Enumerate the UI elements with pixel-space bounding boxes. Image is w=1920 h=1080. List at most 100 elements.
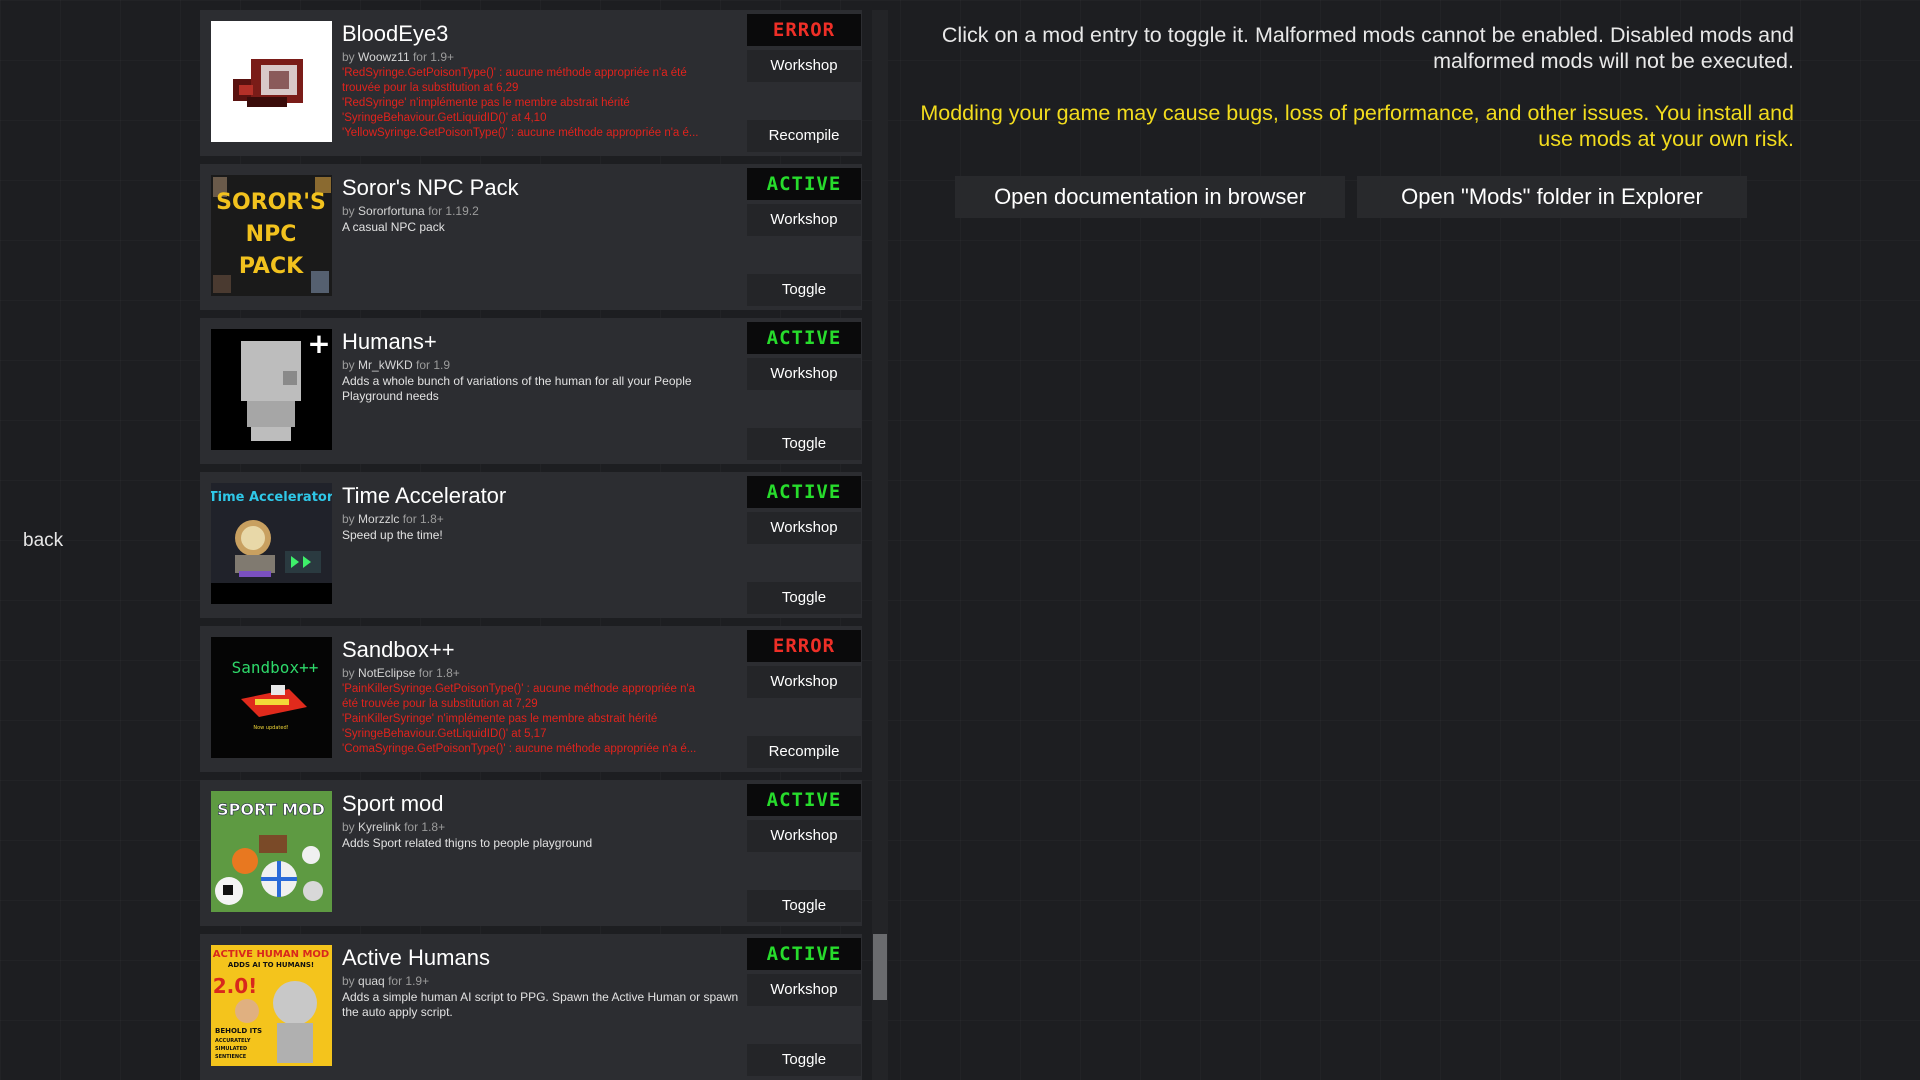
thumb-text: ADDS AI TO HUMANS! (228, 961, 314, 969)
mod-version: for 1.9+ (412, 50, 454, 64)
status-badge: ERROR (747, 14, 861, 46)
thumb-text: Time Accelerator (211, 490, 332, 505)
thumb-text: SOROR'S (216, 190, 326, 215)
thumb-text: NPC (246, 222, 297, 247)
by-label: by (342, 204, 355, 218)
mod-description: Adds Sport related thigns to people play… (342, 836, 593, 850)
toggle-button[interactable]: Toggle (747, 890, 861, 922)
mod-author: NotEclipse (358, 666, 416, 680)
error-line: 'SyringeBehaviour.GetLiquidID()' at 4,10 (342, 112, 547, 124)
error-line: 'SyringeBehaviour.GetLiquidID()' at 5,17 (342, 728, 547, 740)
by-label: by (342, 50, 355, 64)
mod-version: for 1.19.2 (428, 204, 479, 218)
thumb-text: SIMULATED (215, 1046, 247, 1052)
mod-error-text: 'PainKillerSyringe.GetPoisonType()' : au… (342, 682, 742, 757)
mod-title: Active Humans (342, 945, 490, 970)
open-documentation-button[interactable]: Open documentation in browser (955, 176, 1345, 218)
mod-entry-time-accelerator[interactable]: Time Accelerator Time Accelerator by Mor… (200, 472, 862, 618)
mod-description: Adds a whole bunch of variations of the … (342, 374, 692, 403)
mod-title: Time Accelerator (342, 483, 507, 508)
thumb-text: SPORT MOD (217, 800, 325, 819)
error-line: 'PainKillerSyringe' n'implémente pas le … (342, 713, 658, 725)
mod-title: Sandbox++ (342, 637, 455, 662)
scrollbar-track[interactable] (872, 10, 888, 1080)
recompile-button[interactable]: Recompile (747, 736, 861, 768)
status-badge: ACTIVE (747, 168, 861, 200)
error-line: 'ComaSyringe.GetPoisonType()' : aucune m… (342, 743, 697, 755)
mod-entry-sport-mod[interactable]: SPORT MOD Sport mod by Kyrelink for 1.8+… (200, 780, 862, 926)
mod-entry-active-humans[interactable]: ACTIVE HUMAN MOD ADDS AI TO HUMANS! 2.0!… (200, 934, 862, 1080)
recompile-button[interactable]: Recompile (747, 120, 861, 152)
by-label: by (342, 666, 355, 680)
workshop-button[interactable]: Workshop (747, 50, 861, 82)
thumb-text: Now updated! (253, 725, 288, 731)
mod-thumbnail (211, 21, 332, 142)
status-badge: ACTIVE (747, 476, 861, 508)
mod-title: Soror's NPC Pack (342, 175, 519, 200)
warning-message: Modding your game may cause bugs, loss o… (920, 101, 1794, 151)
back-button[interactable]: back (23, 530, 63, 552)
mod-author: Woowz11 (358, 50, 410, 64)
workshop-button[interactable]: Workshop (747, 820, 861, 852)
mod-entry-sandbox-plus-plus[interactable]: Sandbox++ Now updated! Sandbox++ by NotE… (200, 626, 862, 772)
mod-author: Mr_kWKD (358, 358, 413, 372)
by-label: by (342, 358, 355, 372)
by-label: by (342, 820, 355, 834)
mod-error-text: 'RedSyringe.GetPoisonType()' : aucune mé… (342, 66, 742, 141)
mod-description: Adds a simple human AI script to PPG. Sp… (342, 990, 739, 1019)
toggle-button[interactable]: Toggle (747, 1044, 861, 1076)
mod-title: Humans+ (342, 329, 437, 354)
open-mods-folder-button[interactable]: Open "Mods" folder in Explorer (1357, 176, 1747, 218)
error-line: trouvée pour la substitution at 6,29 (342, 82, 519, 94)
workshop-button[interactable]: Workshop (747, 974, 861, 1006)
status-badge: ACTIVE (747, 322, 861, 354)
mod-entry-bloodeye3[interactable]: BloodEye3 by Woowz11 for 1.9+ 'RedSyring… (200, 10, 862, 156)
workshop-button[interactable]: Workshop (747, 204, 861, 236)
thumb-text: PACK (239, 254, 304, 279)
error-line: 'PainKillerSyringe.GetPoisonType()' : au… (342, 683, 696, 695)
status-badge: ACTIVE (747, 938, 861, 970)
mod-entry-sorors-npc-pack[interactable]: SOROR'S NPC PACK Soror's NPC Pack by Sor… (200, 164, 862, 310)
mod-list[interactable]: BloodEye3 by Woowz11 for 1.9+ 'RedSyring… (200, 10, 862, 1080)
mod-version: for 1.8+ (404, 820, 446, 834)
thumb-text: BEHOLD ITS (215, 1027, 262, 1035)
mod-author: quaq (358, 974, 385, 988)
scrollbar-thumb[interactable] (873, 934, 887, 1000)
mod-title: Sport mod (342, 791, 444, 816)
mod-thumbnail: SOROR'S NPC PACK (211, 175, 332, 296)
error-line: 'RedSyringe.GetPoisonType()' : aucune mé… (342, 67, 687, 79)
mod-author: Morzzlc (358, 512, 400, 526)
mod-thumbnail: Sandbox++ Now updated! (211, 637, 332, 758)
toggle-button[interactable]: Toggle (747, 582, 861, 614)
mod-title: BloodEye3 (342, 21, 449, 46)
mod-author: Sororfortuna (358, 204, 425, 218)
status-badge: ERROR (747, 630, 861, 662)
mod-thumbnail: SPORT MOD (211, 791, 332, 912)
by-label: by (342, 512, 355, 526)
mod-description: Speed up the time! (342, 528, 443, 542)
thumb-text: SENTIENCE (215, 1054, 247, 1060)
mod-version: for 1.8+ (402, 512, 444, 526)
by-label: by (342, 974, 355, 988)
error-line: 'RedSyringe' n'implémente pas le membre … (342, 97, 630, 109)
mod-thumbnail: ACTIVE HUMAN MOD ADDS AI TO HUMANS! 2.0!… (211, 945, 332, 1066)
toggle-button[interactable]: Toggle (747, 274, 861, 306)
toggle-button[interactable]: Toggle (747, 428, 861, 460)
thumb-text: 2.0! (213, 974, 258, 998)
thumb-text: Sandbox++ (232, 658, 319, 677)
mod-version: for 1.9+ (388, 974, 430, 988)
mod-author: Kyrelink (358, 820, 401, 834)
thumb-text: ACTIVE HUMAN MOD (213, 949, 329, 960)
mod-entry-humans-plus[interactable]: + Humans+ by Mr_kWKD for 1.9 Adds a whol… (200, 318, 862, 464)
error-line: 'YellowSyringe.GetPoisonType()' : aucune… (342, 127, 699, 139)
status-badge: ACTIVE (747, 784, 861, 816)
plus-icon: + (307, 329, 330, 360)
mod-version: for 1.8+ (418, 666, 460, 680)
mod-thumbnail: Time Accelerator (211, 483, 332, 604)
mod-thumbnail: + (211, 329, 332, 450)
mod-version: for 1.9 (416, 358, 451, 372)
workshop-button[interactable]: Workshop (747, 512, 861, 544)
workshop-button[interactable]: Workshop (747, 358, 861, 390)
thumb-text: ACCURATELY (215, 1038, 251, 1044)
workshop-button[interactable]: Workshop (747, 666, 861, 698)
